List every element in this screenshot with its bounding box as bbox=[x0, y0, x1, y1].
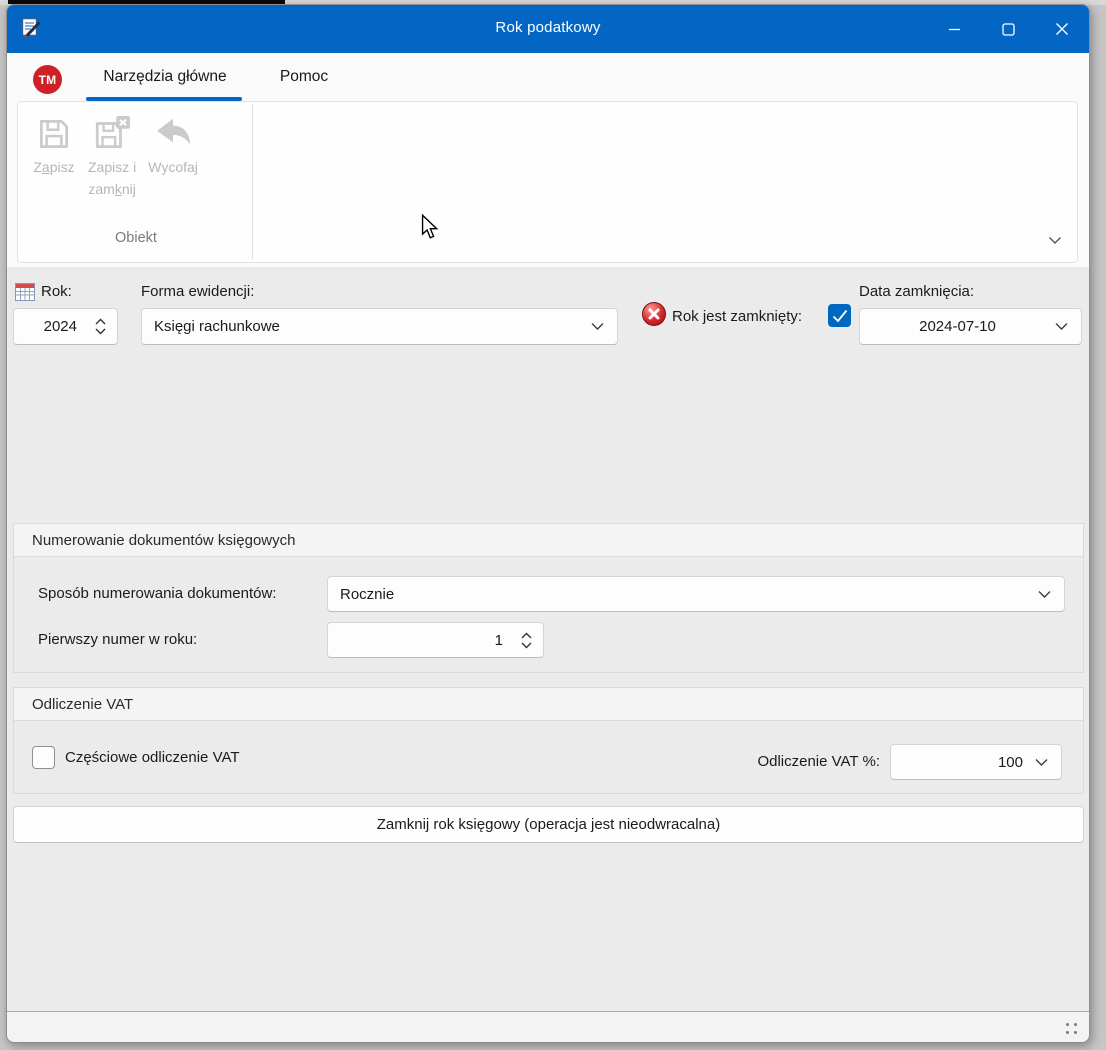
spinner-down-icon[interactable] bbox=[521, 642, 532, 649]
calendar-icon bbox=[15, 283, 35, 301]
numbering-section-title: Numerowanie dokumentów księgowych bbox=[32, 532, 295, 549]
save-button[interactable]: Zapisz bbox=[26, 108, 82, 205]
close-year-button[interactable]: Zamknij rok księgowy (operacja jest nieo… bbox=[13, 806, 1084, 843]
sposob-numerowania-value: Rocznie bbox=[328, 586, 1038, 603]
ribbon: Zapisz Z bbox=[17, 101, 1078, 263]
numbering-section-header: Numerowanie dokumentów księgowych bbox=[14, 524, 1083, 557]
rok-value: 2024 bbox=[14, 318, 89, 335]
minimize-button[interactable] bbox=[927, 5, 981, 53]
undo-arrow-icon bbox=[151, 112, 195, 156]
ribbon-group-label: Obiekt bbox=[18, 230, 254, 246]
ribbon-collapse-button[interactable] bbox=[1044, 232, 1066, 248]
pierwszy-numer-label: Pierwszy numer w roku: bbox=[38, 630, 197, 650]
tab-narzedzia-glowne[interactable]: Narzędzia główne bbox=[89, 53, 241, 101]
numbering-section: Numerowanie dokumentów księgowych Sposób… bbox=[13, 523, 1084, 673]
window-controls bbox=[927, 5, 1089, 53]
forma-ewidencji-label: Forma ewidencji: bbox=[141, 282, 254, 302]
chevron-down-icon bbox=[1038, 590, 1051, 599]
close-year-button-label: Zamknij rok księgowy (operacja jest nieo… bbox=[377, 816, 720, 833]
rok-zamkniety-checkbox[interactable] bbox=[828, 304, 851, 327]
save-and-close-label: Zapisz izamknij bbox=[88, 156, 136, 201]
resize-grip[interactable] bbox=[1066, 1023, 1078, 1035]
vat-section-title: Odliczenie VAT bbox=[32, 696, 133, 713]
ribbon-group-separator bbox=[252, 104, 253, 260]
sposob-numerowania-label: Sposób numerowania dokumentów: bbox=[38, 584, 276, 604]
chevron-down-icon bbox=[1055, 322, 1068, 331]
save-and-close-button[interactable]: Zapisz izamknij bbox=[82, 108, 142, 205]
odliczenie-vat-value: 100 bbox=[891, 754, 1035, 771]
status-bar bbox=[7, 1011, 1089, 1042]
undo-button[interactable]: Wycofaj bbox=[142, 108, 204, 205]
rok-spin-buttons[interactable] bbox=[89, 318, 111, 335]
data-zamkniecia-dropdown[interactable]: 2024-07-10 bbox=[859, 308, 1082, 345]
undo-label: Wycofaj bbox=[148, 156, 198, 178]
spinner-up-icon[interactable] bbox=[95, 318, 106, 325]
chevron-down-icon bbox=[1035, 758, 1048, 767]
ribbon-group-obiekt: Zapisz Z bbox=[18, 102, 254, 262]
czesciowe-odliczenie-label: Częściowe odliczenie VAT bbox=[65, 748, 240, 768]
save-icon bbox=[32, 112, 76, 156]
chevron-down-icon bbox=[591, 322, 604, 331]
close-button[interactable] bbox=[1035, 5, 1089, 53]
czesciowe-odliczenie-checkbox[interactable] bbox=[32, 746, 55, 769]
save-and-close-icon bbox=[90, 112, 134, 156]
chevron-down-icon bbox=[1048, 236, 1062, 245]
checkmark-icon bbox=[832, 309, 848, 323]
pierwszy-numer-spin-buttons[interactable] bbox=[515, 632, 537, 649]
tab-pomoc[interactable]: Pomoc bbox=[273, 53, 335, 101]
save-label: Zapisz bbox=[33, 156, 74, 178]
rok-zamkniety-label: Rok jest zamknięty: bbox=[672, 307, 802, 327]
forma-ewidencji-dropdown[interactable]: Księgi rachunkowe bbox=[141, 308, 618, 345]
pierwszy-numer-spinner[interactable]: 1 bbox=[327, 622, 544, 658]
spinner-down-icon[interactable] bbox=[95, 328, 106, 335]
rok-spinner[interactable]: 2024 bbox=[13, 308, 118, 345]
rok-podatkowy-window: Rok podatkowy bbox=[6, 4, 1090, 1043]
odliczenie-vat-label: Odliczenie VAT %: bbox=[614, 752, 880, 772]
tab-label: Narzędzia główne bbox=[103, 68, 226, 86]
sposob-numerowania-dropdown[interactable]: Rocznie bbox=[327, 576, 1065, 612]
odliczenie-vat-dropdown[interactable]: 100 bbox=[890, 744, 1062, 780]
close-icon bbox=[1055, 22, 1069, 36]
data-zamkniecia-label: Data zamknięcia: bbox=[859, 282, 974, 302]
app-logo-tm[interactable]: TM bbox=[33, 65, 62, 94]
titlebar[interactable]: Rok podatkowy bbox=[7, 5, 1089, 53]
spinner-up-icon[interactable] bbox=[521, 632, 532, 639]
maximize-icon bbox=[1002, 23, 1015, 36]
rok-label: Rok: bbox=[41, 282, 72, 302]
pierwszy-numer-value: 1 bbox=[328, 632, 515, 649]
vat-section-header: Odliczenie VAT bbox=[14, 688, 1083, 721]
vat-section: Odliczenie VAT Częściowe odliczenie VAT … bbox=[13, 687, 1084, 794]
data-zamkniecia-value: 2024-07-10 bbox=[860, 318, 1055, 335]
minimize-icon bbox=[948, 23, 961, 36]
forma-ewidencji-value: Księgi rachunkowe bbox=[142, 318, 591, 335]
year-closed-error-icon bbox=[642, 302, 666, 326]
mouse-cursor bbox=[420, 214, 440, 240]
screen: Rok podatkowy bbox=[0, 0, 1106, 1050]
maximize-button[interactable] bbox=[981, 5, 1035, 53]
tab-label: Pomoc bbox=[280, 68, 328, 86]
